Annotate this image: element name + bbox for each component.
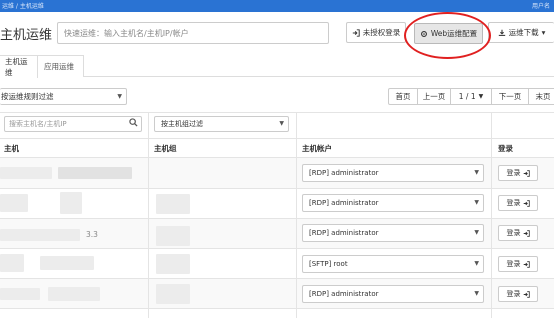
masked-host xyxy=(0,229,80,241)
masked-host xyxy=(58,167,132,179)
account-select-value: [RDP] administrator xyxy=(309,290,379,298)
chevron-down-icon: ▼ xyxy=(478,93,484,100)
download-label: 运维下载 xyxy=(508,28,539,37)
account-select-value: [RDP] administrator xyxy=(309,169,379,177)
rule-filter-select[interactable]: 按运维规则过滤 ▼ xyxy=(0,88,127,105)
login-button[interactable]: 登录 xyxy=(498,256,538,272)
masked-host xyxy=(0,254,24,272)
account-select[interactable]: [RDP] administrator ▼ xyxy=(302,194,484,212)
pager-prev[interactable]: 上一页 xyxy=(417,88,451,105)
table-border-top xyxy=(0,112,554,113)
account-select[interactable]: [RDP] administrator ▼ xyxy=(302,224,484,242)
filter-row-border xyxy=(0,138,554,139)
download-icon xyxy=(498,29,506,37)
masked-group xyxy=(156,284,190,304)
tab-host-ops[interactable]: 主机运维 xyxy=(0,55,38,78)
highlight-ring xyxy=(404,12,491,59)
chevron-down-icon: ▼ xyxy=(474,199,479,206)
sign-in-icon xyxy=(523,199,530,207)
masked-host xyxy=(40,256,94,270)
masked-host xyxy=(0,194,28,212)
masked-group xyxy=(156,226,190,246)
group-filter-value: 按主机组过滤 xyxy=(161,120,203,128)
login-button[interactable]: 登录 xyxy=(498,195,538,211)
chevron-down-icon: ▼ xyxy=(474,169,479,176)
chevron-down-icon: ▾ xyxy=(541,28,546,37)
login-label: 登录 xyxy=(506,260,521,268)
column-header-host: 主机 xyxy=(4,144,19,153)
sign-in-icon xyxy=(523,169,530,177)
column-header-account: 主机帐户 xyxy=(302,144,332,153)
masked-group xyxy=(156,194,190,214)
pager-last[interactable]: 末页 xyxy=(528,88,554,105)
row-divider xyxy=(0,308,554,309)
account-select[interactable]: [SFTP] root ▼ xyxy=(302,255,484,273)
chevron-down-icon: ▼ xyxy=(474,290,479,297)
login-button[interactable]: 登录 xyxy=(498,225,538,241)
breadcrumb[interactable]: 运维 / 主机运维 xyxy=(2,1,44,10)
unauthorized-login-button[interactable]: 未授权登录 xyxy=(346,22,406,43)
masked-host xyxy=(0,288,40,300)
column-divider xyxy=(148,112,149,318)
column-header-login: 登录 xyxy=(498,144,513,153)
host-name-text: 3.3 xyxy=(86,230,98,239)
masked-host xyxy=(60,192,82,214)
login-label: 登录 xyxy=(506,290,521,298)
column-divider xyxy=(296,112,297,318)
user-menu[interactable]: 用户名 xyxy=(532,1,550,10)
group-filter-select[interactable]: 按主机组过滤 ▼ xyxy=(154,116,289,132)
account-select[interactable]: [RDP] administrator ▼ xyxy=(302,164,484,182)
chevron-down-icon: ▼ xyxy=(279,120,284,127)
login-button[interactable]: 登录 xyxy=(498,165,538,181)
masked-host xyxy=(0,167,52,179)
sign-in-icon xyxy=(523,290,530,298)
column-divider xyxy=(491,112,492,318)
pager-page-select[interactable]: 1 / 1 ▼ xyxy=(450,88,492,105)
host-search-input[interactable] xyxy=(5,117,125,131)
account-select-value: [RDP] administrator xyxy=(309,229,379,237)
chevron-down-icon: ▼ xyxy=(117,93,122,100)
sign-in-icon xyxy=(352,28,360,37)
column-header-group: 主机组 xyxy=(154,144,177,153)
top-bar: 运维 / 主机运维 用户名 xyxy=(0,0,554,12)
download-button[interactable]: 运维下载 ▾ xyxy=(488,22,554,43)
row-divider xyxy=(0,218,554,219)
search-icon[interactable] xyxy=(129,118,138,130)
login-label: 登录 xyxy=(506,199,521,207)
login-label: 登录 xyxy=(506,229,521,237)
chevron-down-icon: ▼ xyxy=(474,229,479,236)
quick-search[interactable] xyxy=(57,22,329,44)
pager-next[interactable]: 下一页 xyxy=(491,88,529,105)
pager-page-value: 1 / 1 xyxy=(458,92,476,101)
pager-first[interactable]: 首页 xyxy=(388,88,418,105)
sign-in-icon xyxy=(523,260,530,268)
account-select-value: [SFTP] root xyxy=(309,260,348,268)
row-divider xyxy=(0,188,554,189)
host-search[interactable] xyxy=(4,116,142,132)
row-divider xyxy=(0,278,554,279)
login-button[interactable]: 登录 xyxy=(498,286,538,302)
tab-bar: 主机运维 应用运维 xyxy=(0,55,554,78)
masked-group xyxy=(156,254,190,274)
tab-app-ops[interactable]: 应用运维 xyxy=(38,55,84,77)
page-title: 主机运维 xyxy=(0,28,53,43)
quick-search-input[interactable] xyxy=(58,23,328,43)
rule-filter-value: 按运维规则过滤 xyxy=(1,92,54,101)
sign-in-icon xyxy=(523,229,530,237)
login-label: 登录 xyxy=(506,169,521,177)
account-select-value: [RDP] administrator xyxy=(309,199,379,207)
masked-host xyxy=(48,287,100,301)
row-divider xyxy=(0,248,554,249)
account-select[interactable]: [RDP] administrator ▼ xyxy=(302,285,484,303)
unauthorized-login-label: 未授权登录 xyxy=(362,28,401,37)
chevron-down-icon: ▼ xyxy=(474,260,479,267)
